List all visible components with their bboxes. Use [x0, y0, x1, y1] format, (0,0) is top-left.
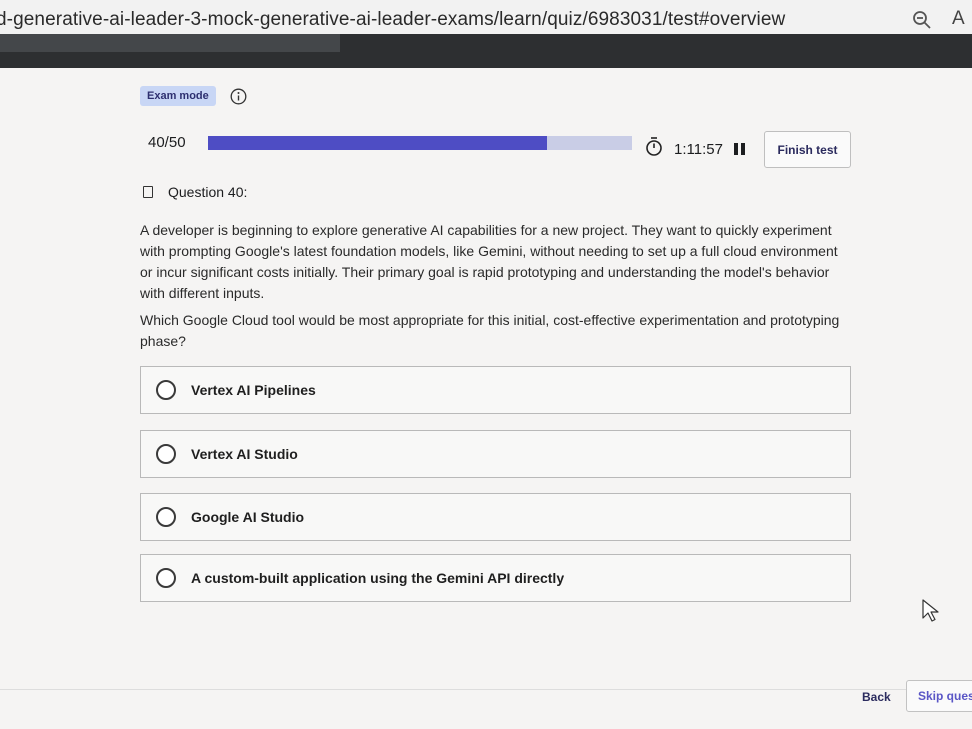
progress-bar — [208, 136, 632, 150]
answer-option-label: Vertex AI Studio — [191, 446, 298, 462]
mouse-cursor-icon — [922, 599, 939, 622]
question-number: Question 40: — [168, 184, 248, 200]
back-button[interactable]: Back — [862, 690, 891, 704]
answer-option[interactable]: Vertex AI Pipelines — [140, 366, 851, 414]
footer-divider — [0, 689, 972, 690]
radio-button[interactable] — [156, 444, 176, 464]
progress-count: 40/50 — [148, 134, 186, 151]
site-header — [0, 34, 972, 68]
progress-row: 40/50 1:11:57 Finish test — [140, 128, 860, 168]
question-heading: Question 40: — [143, 184, 247, 200]
url-text[interactable]: d-generative-ai-leader-3-mock-generative… — [0, 9, 785, 31]
exam-mode-badge: Exam mode — [140, 86, 216, 106]
skip-question-button[interactable]: Skip question — [906, 680, 972, 712]
reader-mode-icon[interactable]: A — [952, 8, 965, 30]
answer-option-label: A custom-built application using the Gem… — [191, 570, 565, 586]
answer-option-label: Google AI Studio — [191, 509, 305, 525]
pause-icon[interactable] — [734, 143, 746, 155]
radio-button[interactable] — [156, 507, 176, 527]
answer-option[interactable]: A custom-built application using the Gem… — [140, 554, 851, 602]
zoom-out-icon[interactable] — [912, 10, 932, 30]
question-text: A developer is beginning to explore gene… — [140, 220, 852, 358]
answer-option-label: Vertex AI Pipelines — [191, 382, 316, 398]
stopwatch-icon — [646, 137, 662, 156]
question-prompt: Which Google Cloud tool would be most ap… — [140, 312, 840, 349]
progress-bar-fill — [208, 136, 548, 150]
timer-text: 1:11:57 — [674, 141, 723, 158]
radio-button[interactable] — [156, 568, 176, 588]
question-paragraph: A developer is beginning to explore gene… — [140, 222, 838, 301]
answer-option[interactable]: Vertex AI Studio — [140, 430, 851, 478]
finish-test-button[interactable]: Finish test — [764, 131, 851, 168]
radio-button[interactable] — [156, 380, 176, 400]
bookmark-icon[interactable] — [143, 186, 153, 198]
browser-address-bar[interactable]: d-generative-ai-leader-3-mock-generative… — [0, 0, 972, 36]
quiz-content: Exam mode 40/50 1:11:57 Finish test Ques… — [0, 68, 972, 729]
answer-option[interactable]: Google AI Studio — [140, 493, 851, 541]
header-shade — [0, 34, 340, 52]
info-icon[interactable] — [230, 88, 247, 105]
